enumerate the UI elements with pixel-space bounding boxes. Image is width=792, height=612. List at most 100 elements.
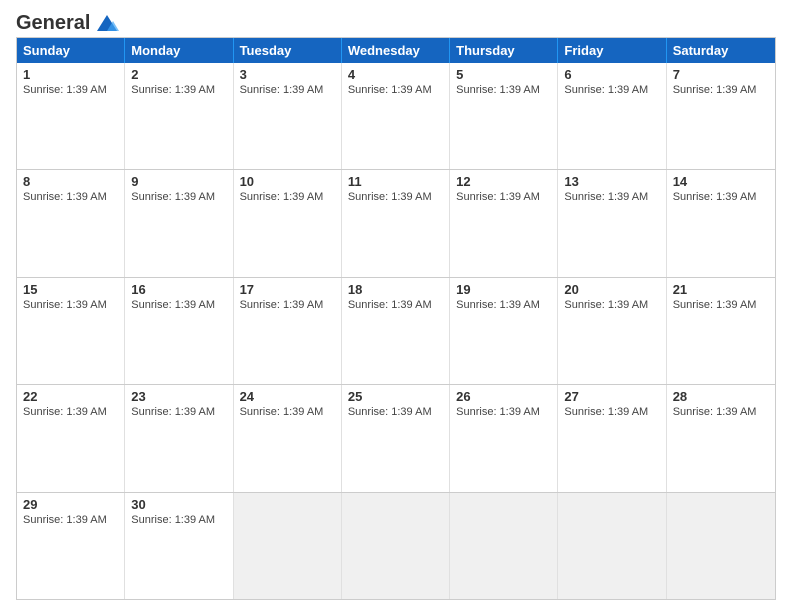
- sunrise-time: Sunrise: 1:39 AM: [23, 191, 107, 203]
- header-day-sunday: Sunday: [17, 38, 125, 63]
- logo-icon: [93, 13, 121, 35]
- day-number: 27: [564, 389, 659, 404]
- calendar-cell: 5 Sunrise: 1:39 AM: [450, 63, 558, 169]
- calendar: SundayMondayTuesdayWednesdayThursdayFrid…: [16, 37, 776, 600]
- day-number: 16: [131, 282, 226, 297]
- header-day-tuesday: Tuesday: [234, 38, 342, 63]
- calendar-row-4: 22Sunrise: 1:39 AM23Sunrise: 1:39 AM24Su…: [17, 384, 775, 491]
- calendar-body: 1Sunrise: 1:39 AM2Sunrise: 1:39 AM3Sunri…: [17, 63, 775, 599]
- sunrise-time: Sunrise: 1:39 AM: [131, 514, 215, 526]
- sunrise-time: Sunrise: 1:39 AM: [564, 299, 648, 311]
- sunrise-time: Sunrise: 1:39 AM: [673, 84, 757, 96]
- calendar-header: SundayMondayTuesdayWednesdayThursdayFrid…: [17, 38, 775, 63]
- day-number: 4: [348, 67, 443, 82]
- calendar-cell: [234, 493, 342, 599]
- calendar-cell: 16 Sunrise: 1:39 AM: [125, 278, 233, 384]
- calendar-cell: 2 Sunrise: 1:39 AM: [125, 63, 233, 169]
- day-number: 12: [456, 174, 551, 189]
- sunrise-time: Sunrise: 1:39 AM: [348, 299, 432, 311]
- sunrise-time: Sunrise: 1:39 AM: [456, 299, 540, 311]
- sunrise-time: Sunrise: 1:39 AM: [564, 191, 648, 203]
- calendar-cell: 10 Sunrise: 1:39 AM: [234, 170, 342, 276]
- header: General: [16, 12, 776, 31]
- calendar-cell: 3 Sunrise: 1:39 AM: [234, 63, 342, 169]
- sunrise-time: Sunrise: 1:39 AM: [240, 191, 324, 203]
- calendar-cell: 11Sunrise: 1:39 AM: [342, 170, 450, 276]
- header-day-friday: Friday: [558, 38, 666, 63]
- sunrise-time: Sunrise: 1:39 AM: [673, 191, 757, 203]
- day-number: 10: [240, 174, 335, 189]
- calendar-cell: 17Sunrise: 1:39 AM: [234, 278, 342, 384]
- page: General SundayMondayTuesdayWednesdayThur…: [0, 0, 792, 612]
- sunrise-time: Sunrise: 1:39 AM: [23, 299, 107, 311]
- sunrise-time: Sunrise: 1:39 AM: [348, 406, 432, 418]
- calendar-cell: [342, 493, 450, 599]
- sunrise-time: Sunrise: 1:39 AM: [456, 191, 540, 203]
- logo-text: General: [16, 12, 121, 31]
- calendar-cell: 18Sunrise: 1:39 AM: [342, 278, 450, 384]
- day-number: 14: [673, 174, 769, 189]
- sunrise-time: Sunrise: 1:39 AM: [348, 191, 432, 203]
- calendar-cell: 30 Sunrise: 1:39 AM: [125, 493, 233, 599]
- day-number: 8: [23, 174, 118, 189]
- calendar-cell: 14 Sunrise: 1:39 AM: [667, 170, 775, 276]
- day-number: 2: [131, 67, 226, 82]
- day-number: 3: [240, 67, 335, 82]
- sunrise-time: Sunrise: 1:39 AM: [348, 84, 432, 96]
- calendar-cell: 19Sunrise: 1:39 AM: [450, 278, 558, 384]
- logo: General: [16, 12, 121, 31]
- day-number: 13: [564, 174, 659, 189]
- calendar-cell: 27Sunrise: 1:39 AM: [558, 385, 666, 491]
- day-number: 1: [23, 67, 118, 82]
- calendar-cell: 6 Sunrise: 1:39 AM: [558, 63, 666, 169]
- sunrise-time: Sunrise: 1:39 AM: [23, 514, 107, 526]
- calendar-cell: 24Sunrise: 1:39 AM: [234, 385, 342, 491]
- day-number: 28: [673, 389, 769, 404]
- day-number: 7: [673, 67, 769, 82]
- sunrise-time: Sunrise: 1:39 AM: [131, 406, 215, 418]
- sunrise-time: Sunrise: 1:39 AM: [240, 299, 324, 311]
- calendar-cell: 21 Sunrise: 1:39 AM: [667, 278, 775, 384]
- calendar-cell: 29 Sunrise: 1:39 AM: [17, 493, 125, 599]
- day-number: 26: [456, 389, 551, 404]
- day-number: 9: [131, 174, 226, 189]
- day-number: 29: [23, 497, 118, 512]
- calendar-cell: [558, 493, 666, 599]
- sunrise-time: Sunrise: 1:39 AM: [131, 299, 215, 311]
- sunrise-time: Sunrise: 1:39 AM: [131, 191, 215, 203]
- day-number: 21: [673, 282, 769, 297]
- calendar-cell: 1Sunrise: 1:39 AM: [17, 63, 125, 169]
- day-number: 23: [131, 389, 226, 404]
- calendar-cell: 23 Sunrise: 1:39 AM: [125, 385, 233, 491]
- calendar-cell: 8 Sunrise: 1:39 AM: [17, 170, 125, 276]
- day-number: 25: [348, 389, 443, 404]
- sunrise-time: Sunrise: 1:39 AM: [673, 406, 757, 418]
- day-number: 24: [240, 389, 335, 404]
- header-day-monday: Monday: [125, 38, 233, 63]
- calendar-cell: [667, 493, 775, 599]
- header-day-saturday: Saturday: [667, 38, 775, 63]
- calendar-cell: 20Sunrise: 1:39 AM: [558, 278, 666, 384]
- calendar-cell: [450, 493, 558, 599]
- calendar-cell: 15 Sunrise: 1:39 AM: [17, 278, 125, 384]
- sunrise-time: Sunrise: 1:39 AM: [456, 84, 540, 96]
- day-number: 5: [456, 67, 551, 82]
- calendar-row-2: 8 Sunrise: 1:39 AM 9 Sunrise: 1:39 AM 10 Sunr…: [17, 169, 775, 276]
- calendar-cell: 28 Sunrise: 1:39 AM: [667, 385, 775, 491]
- calendar-row-5: 29 Sunrise: 1:39 AM 30 Sunrise: 1:39 AM: [17, 492, 775, 599]
- calendar-row-3: 15Sunrise: 1:39 AM16Sunrise: 1:39 AM17Su…: [17, 277, 775, 384]
- calendar-cell: 22Sunrise: 1:39 AM: [17, 385, 125, 491]
- sunrise-time: Sunrise: 1:39 AM: [564, 84, 648, 96]
- sunrise-time: Sunrise: 1:39 AM: [131, 84, 215, 96]
- calendar-cell: 9 Sunrise: 1:39 AM: [125, 170, 233, 276]
- day-number: 15: [23, 282, 118, 297]
- day-number: 22: [23, 389, 118, 404]
- day-number: 30: [131, 497, 226, 512]
- sunrise-time: Sunrise: 1:39 AM: [673, 299, 757, 311]
- day-number: 6: [564, 67, 659, 82]
- calendar-row-1: 1Sunrise: 1:39 AM2Sunrise: 1:39 AM3Sunri…: [17, 63, 775, 169]
- calendar-cell: 7 Sunrise: 1:39 AM: [667, 63, 775, 169]
- calendar-cell: 13 Sunrise: 1:39 AM: [558, 170, 666, 276]
- sunrise-time: Sunrise: 1:39 AM: [240, 84, 324, 96]
- calendar-cell: 26Sunrise: 1:39 AM: [450, 385, 558, 491]
